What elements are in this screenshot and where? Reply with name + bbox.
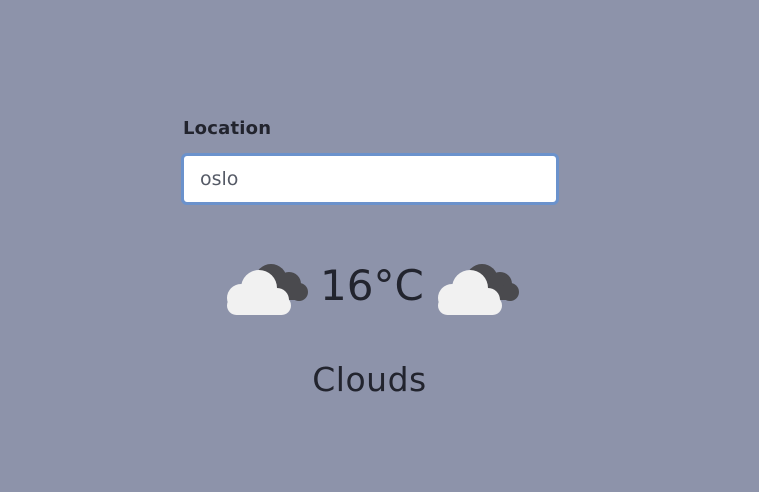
temperature-value: 16°C	[320, 261, 424, 310]
weather-condition: Clouds	[312, 360, 427, 399]
weather-app: Location 16°C	[0, 0, 759, 492]
weather-summary: 16°C	[0, 250, 759, 320]
cloud-icon	[227, 264, 308, 315]
location-input[interactable]	[181, 153, 559, 205]
cloud-icon	[438, 264, 519, 315]
location-label: Location	[183, 118, 272, 139]
